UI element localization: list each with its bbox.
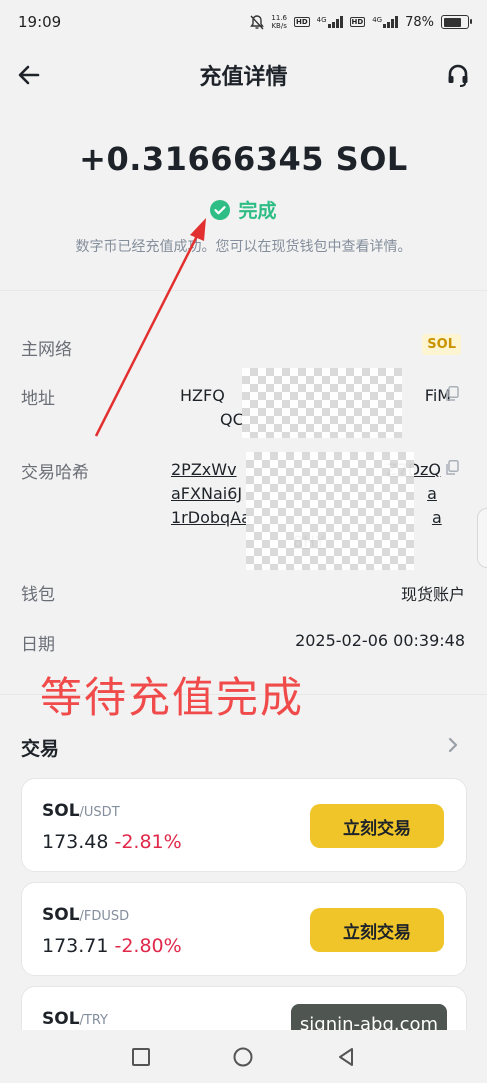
date-label: 日期 xyxy=(21,635,55,655)
back-triangle-icon[interactable] xyxy=(335,1046,357,1068)
back-arrow-icon[interactable] xyxy=(16,62,42,88)
net-speed: 11.6 KB/s xyxy=(271,14,287,30)
status-icons: 11.6 KB/s HD 4G HD 4G 78% xyxy=(250,14,472,30)
trade-price: 173.48 xyxy=(42,831,109,853)
wallet-value: 现货账户 xyxy=(400,585,465,604)
recents-square-icon[interactable] xyxy=(130,1046,152,1068)
date-value: 2025-02-06 00:39:48 xyxy=(295,631,465,650)
deposit-amount: +0.31666345 SOL xyxy=(79,140,408,178)
redacted-address-mosaic xyxy=(242,368,402,438)
trade-section-title: 交易 xyxy=(21,738,60,760)
txhash-label: 交易哈希 xyxy=(21,463,89,483)
signal-2: 4G xyxy=(372,16,399,28)
wallet-label: 钱包 xyxy=(21,585,55,605)
redacted-txhash-mosaic xyxy=(246,452,414,570)
chevron-right-icon[interactable] xyxy=(447,736,459,754)
trade-now-button[interactable]: 立刻交易 xyxy=(310,804,444,848)
divider xyxy=(0,290,487,291)
side-edge-handle[interactable] xyxy=(477,508,487,568)
check-circle-icon xyxy=(210,199,231,220)
annotation-text: 等待充值完成 xyxy=(40,673,305,722)
hd-badge-1: HD xyxy=(293,17,310,27)
trade-price-row: 173.48 -2.81% xyxy=(42,831,182,853)
system-nav-bar xyxy=(0,1030,487,1083)
trade-price: 173.71 xyxy=(42,935,109,957)
trade-card[interactable]: SOL/FDUSD 173.71 -2.80% 立刻交易 xyxy=(21,882,467,976)
headset-icon[interactable] xyxy=(445,62,471,88)
trade-change: -2.80% xyxy=(114,935,182,957)
deposit-description: 数字币已经充值成功。您可以在现货钱包中查看详情。 xyxy=(75,239,412,255)
signal-1: 4G xyxy=(317,16,343,28)
top-nav: 充值详情 xyxy=(0,50,487,100)
trade-pair: SOL/FDUSD xyxy=(42,905,130,925)
status-time: 19:09 xyxy=(18,13,62,31)
trade-card[interactable]: SOL/USDT 173.48 -2.81% 立刻交易 xyxy=(21,778,467,872)
copy-txhash-icon[interactable] xyxy=(445,460,459,476)
trade-price-row: 173.71 -2.80% xyxy=(42,935,182,957)
trade-now-button[interactable]: 立刻交易 xyxy=(310,908,444,952)
copy-address-icon[interactable] xyxy=(445,386,459,402)
network-label: 主网络 xyxy=(21,340,72,360)
home-circle-icon[interactable] xyxy=(232,1046,254,1068)
hd-badge-2: HD xyxy=(349,17,366,27)
deposit-status: 完成 xyxy=(0,196,487,223)
status-bar: 19:09 11.6 KB/s HD 4G HD 4G 78% xyxy=(0,0,487,44)
mute-bell-icon xyxy=(250,14,265,29)
network-badge: SOL xyxy=(422,334,461,355)
trade-change: -2.81% xyxy=(114,831,182,853)
battery-icon xyxy=(441,15,472,29)
status-label: 完成 xyxy=(238,200,277,222)
trade-pair: SOL/USDT xyxy=(42,801,120,821)
page-title: 充值详情 xyxy=(199,65,288,90)
battery-percent: 78% xyxy=(405,14,434,30)
address-label: 地址 xyxy=(21,389,55,409)
trade-pair: SOL/TRY xyxy=(42,1009,108,1029)
